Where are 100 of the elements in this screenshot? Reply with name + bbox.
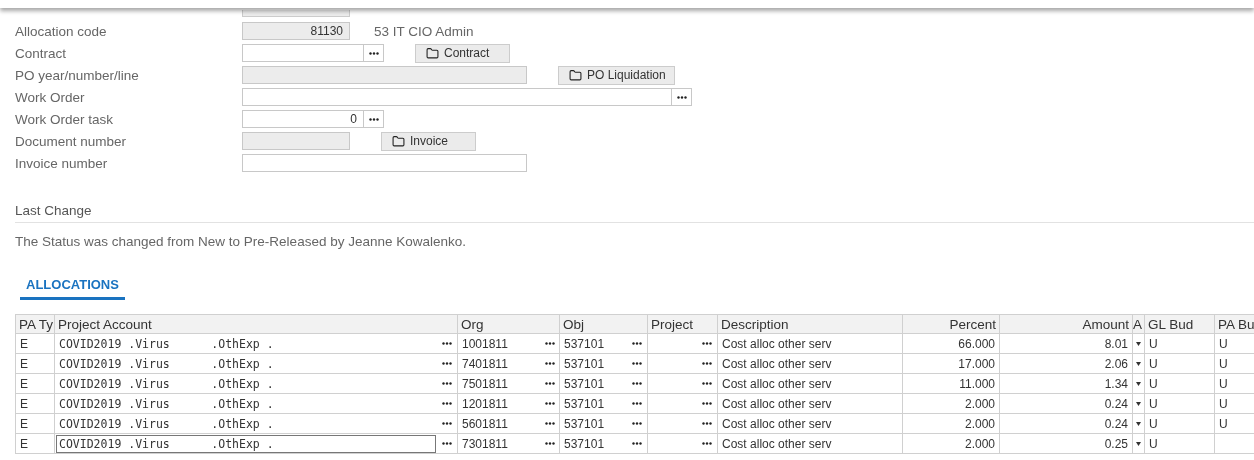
- caret-icon[interactable]: [1136, 380, 1142, 387]
- table-cell: 0.25: [999, 433, 1133, 454]
- table-cell: U: [1219, 376, 1228, 391]
- tab[interactable]: ALLOCATIONS: [20, 275, 125, 300]
- dots-icon: [702, 422, 713, 425]
- dots-icon: [441, 342, 452, 345]
- field-label: Work Order: [15, 89, 86, 105]
- dots-icon: [441, 382, 452, 385]
- folder-button[interactable]: Invoice: [381, 131, 476, 151]
- dots-icon: [632, 362, 643, 365]
- input-field[interactable]: 0: [242, 110, 384, 128]
- field-note: 53 IT CIO Admin: [374, 23, 474, 39]
- field-label: Work Order task: [15, 111, 115, 127]
- column-header: GL Bud: [1144, 314, 1215, 334]
- dots-icon: [544, 422, 555, 425]
- dots-icon: [676, 95, 687, 99]
- dots-icon: [544, 362, 555, 365]
- column-header: PA Bu: [1214, 314, 1254, 334]
- column-header: Project Account: [54, 314, 458, 334]
- table-cell: E: [15, 413, 55, 434]
- dots-icon: [702, 382, 713, 385]
- table-cell: 66.000: [902, 333, 1000, 354]
- table-cell: Cost alloc other serv: [717, 353, 903, 374]
- folder-icon: [426, 46, 439, 60]
- dots-icon: [632, 422, 643, 425]
- dots-icon: [632, 402, 643, 405]
- input-field[interactable]: [242, 88, 692, 106]
- column-header: Amount: [999, 314, 1133, 334]
- field-label: PO year/number/line: [15, 67, 140, 83]
- table-cell: E: [15, 333, 55, 354]
- dots-icon: [702, 402, 713, 405]
- table-cell: E: [15, 393, 55, 414]
- dots-icon: [702, 362, 713, 365]
- column-header: Description: [717, 314, 903, 334]
- dots-icon: [441, 402, 452, 405]
- table-cell: 17.000: [902, 353, 1000, 374]
- dots-icon: [544, 442, 555, 445]
- folder-icon: [569, 68, 582, 82]
- caret-icon[interactable]: [1136, 340, 1142, 347]
- table-cell: 11.000: [902, 373, 1000, 394]
- table-cell: 0.24: [999, 413, 1133, 434]
- table-cell: 2.000: [902, 393, 1000, 414]
- input-field[interactable]: 81130: [242, 22, 350, 40]
- folder-button[interactable]: PO Liquidation: [558, 65, 675, 85]
- dots-icon: [632, 382, 643, 385]
- dots-icon: [544, 342, 555, 345]
- table-cell: U: [1144, 433, 1215, 454]
- caret-icon[interactable]: [1136, 420, 1142, 427]
- table-cell: U: [1144, 413, 1215, 434]
- folder-icon: [392, 134, 405, 148]
- table-cell: 2.06: [999, 353, 1133, 374]
- column-header: Percent: [902, 314, 1000, 334]
- table-cell: U: [1144, 393, 1215, 414]
- dots-icon: [441, 362, 452, 365]
- column-header: PA Ty: [15, 314, 55, 334]
- input-field[interactable]: [242, 44, 384, 62]
- table-cell: 0.24: [999, 393, 1133, 414]
- dots-icon: [441, 422, 452, 425]
- dots-icon: [544, 402, 555, 405]
- dots-icon: [632, 442, 643, 445]
- field-label: Invoice number: [15, 155, 109, 171]
- column-header: Org: [457, 314, 560, 334]
- dots-icon: [632, 342, 643, 345]
- table-cell: 1.34: [999, 373, 1133, 394]
- table-cell: 2.000: [902, 413, 1000, 434]
- table-cell: U: [1219, 416, 1228, 431]
- column-header: Obj: [559, 314, 648, 334]
- table-cell: 2.000: [902, 433, 1000, 454]
- table-cell[interactable]: COVID2019 .Virus .OthExp .: [54, 433, 437, 454]
- dots-icon: [368, 51, 379, 55]
- folder-button[interactable]: Contract: [415, 43, 510, 63]
- input-field[interactable]: [242, 132, 350, 150]
- dots-icon: [702, 442, 713, 445]
- table-cell: E: [15, 373, 55, 394]
- status-message: The Status was changed from New to Pre-Released by Jeanne Kowalenko.: [15, 234, 467, 249]
- dots-icon: [544, 382, 555, 385]
- dots-icon: [702, 342, 713, 345]
- table-cell: E: [15, 353, 55, 374]
- field-label: Allocation code: [15, 23, 108, 39]
- caret-icon[interactable]: [1136, 400, 1142, 407]
- field-label: Contract: [15, 45, 68, 61]
- table-cell: Cost alloc other serv: [717, 393, 903, 414]
- field-label: Document number: [15, 133, 128, 149]
- table-cell: E: [15, 433, 55, 454]
- table-cell: U: [1144, 353, 1215, 374]
- table-cell: Cost alloc other serv: [717, 433, 903, 454]
- caret-icon[interactable]: [1136, 440, 1142, 447]
- table-cell: Cost alloc other serv: [717, 333, 903, 354]
- table-cell: U: [1144, 373, 1215, 394]
- table-cell: Cost alloc other serv: [717, 373, 903, 394]
- table-cell: U: [1219, 356, 1228, 371]
- table-cell: Cost alloc other serv: [717, 413, 903, 434]
- caret-icon[interactable]: [1136, 360, 1142, 367]
- input-field[interactable]: [242, 154, 527, 172]
- section-title: Last Change: [15, 203, 1254, 223]
- dots-icon: [441, 442, 452, 445]
- input-field[interactable]: [242, 66, 527, 84]
- column-header: Project: [647, 314, 718, 334]
- table-cell: 8.01: [999, 333, 1133, 354]
- dots-icon: [368, 117, 379, 121]
